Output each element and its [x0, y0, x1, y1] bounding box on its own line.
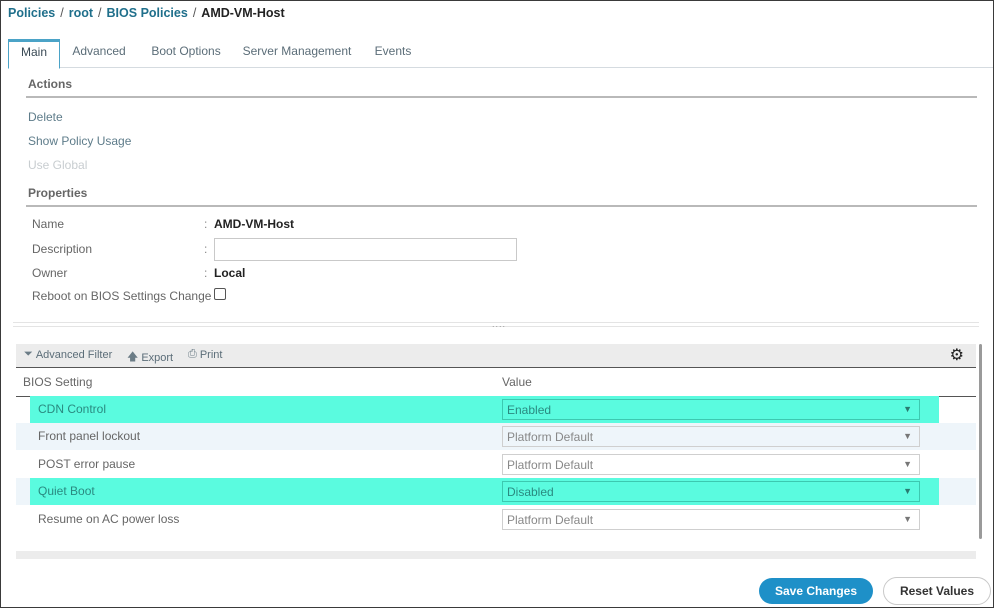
- owner-colon: :: [204, 266, 208, 280]
- breadcrumb-current: AMD-VM-Host: [201, 6, 285, 20]
- description-colon: :: [204, 242, 208, 256]
- properties-divider: [26, 205, 977, 207]
- print-label: Print: [199, 348, 223, 361]
- properties-heading: Properties: [28, 186, 88, 200]
- table-row: POST error pause Platform Default ▼: [16, 451, 976, 478]
- arrow-up-icon: 🡅: [127, 351, 139, 363]
- breadcrumb: Policies / root / BIOS Policies / AMD-VM-Host: [8, 6, 285, 20]
- reboot-label: Reboot on BIOS Settings Change :: [32, 289, 218, 303]
- dropdown-value: Enabled: [507, 403, 552, 417]
- description-input[interactable]: [214, 238, 517, 261]
- name-colon: :: [204, 217, 208, 231]
- tab-advanced[interactable]: Advanced: [66, 39, 132, 68]
- description-label: Description: [32, 242, 93, 256]
- reset-values-button[interactable]: Reset Values: [883, 577, 991, 605]
- bios-policy-window: Policies / root / BIOS Policies / AMD-VM-Host …: [0, 0, 994, 608]
- value-dropdown[interactable]: Enabled ▼: [502, 399, 920, 420]
- actions-divider: [26, 96, 977, 98]
- name-value: AMD-VM-Host: [214, 217, 294, 231]
- table-row: Quiet Boot Disabled ▼: [16, 478, 976, 505]
- setting-name: Front panel lockout: [38, 429, 141, 443]
- dropdown-value: Platform Default: [507, 430, 594, 444]
- owner-label: Owner: [32, 266, 68, 280]
- export-label: Export: [141, 351, 174, 364]
- dropdown-value: Platform Default: [507, 458, 594, 472]
- splitter-handle-icon[interactable]: ....: [492, 319, 506, 329]
- setting-name: Resume on AC power loss: [38, 512, 180, 526]
- dropdown-value: Platform Default: [507, 513, 594, 527]
- tab-main[interactable]: Main: [8, 39, 60, 69]
- print-button[interactable]: ⎙ Print: [188, 348, 222, 361]
- caret-down-icon: ▼: [903, 486, 912, 496]
- table-scrollbar[interactable]: [979, 344, 982, 539]
- reboot-label-text: Reboot on BIOS Settings Change: [32, 289, 212, 303]
- export-button[interactable]: 🡅 Export: [127, 348, 173, 367]
- value-dropdown[interactable]: Platform Default ▼: [502, 426, 920, 447]
- breadcrumb-bios-policies[interactable]: BIOS Policies: [107, 6, 188, 20]
- actions-heading: Actions: [28, 77, 73, 91]
- breadcrumb-policies[interactable]: Policies: [8, 6, 55, 20]
- value-dropdown[interactable]: Platform Default ▼: [502, 509, 920, 530]
- tab-events[interactable]: Events: [368, 39, 418, 68]
- breadcrumb-separator: /: [192, 6, 197, 20]
- show-policy-usage-link[interactable]: Show Policy Usage: [28, 134, 131, 148]
- table-toolbar: ⏷ Advanced Filter 🡅 Export ⎙ Print ⚙: [16, 344, 976, 368]
- name-label: Name: [32, 217, 65, 231]
- breadcrumb-root[interactable]: root: [69, 6, 93, 20]
- filter-icon: ⏷: [24, 348, 33, 360]
- table-row: Resume on AC power loss Platform Default…: [16, 506, 976, 533]
- table-row: CDN Control Enabled ▼: [16, 396, 976, 423]
- value-dropdown[interactable]: Disabled ▼: [502, 481, 920, 502]
- reboot-on-bios-change-checkbox[interactable]: [214, 288, 226, 300]
- column-value[interactable]: Value: [502, 375, 532, 389]
- advanced-filter-label: Advanced Filter: [35, 348, 113, 361]
- owner-value: Local: [214, 266, 246, 280]
- caret-down-icon: ▼: [903, 459, 912, 469]
- save-changes-button[interactable]: Save Changes: [759, 578, 873, 604]
- tab-server-management[interactable]: Server Management: [238, 39, 356, 68]
- delete-link[interactable]: Delete: [28, 110, 63, 124]
- setting-name: CDN Control: [38, 402, 107, 416]
- printer-icon: ⎙: [188, 348, 197, 360]
- table-row: Front panel lockout Platform Default ▼: [16, 423, 976, 450]
- tab-bar: Main Advanced Boot Options Server Manage…: [8, 39, 993, 69]
- caret-down-icon: ▼: [903, 404, 912, 414]
- tab-boot-options[interactable]: Boot Options: [145, 39, 227, 68]
- dropdown-value: Disabled: [507, 485, 554, 499]
- value-dropdown[interactable]: Platform Default ▼: [502, 454, 920, 475]
- breadcrumb-separator: /: [98, 6, 102, 20]
- column-bios-setting[interactable]: BIOS Setting: [23, 375, 92, 389]
- table-header: BIOS Setting Value: [16, 369, 976, 397]
- use-global-link: Use Global: [28, 158, 88, 172]
- setting-name: Quiet Boot: [38, 484, 95, 498]
- breadcrumb-separator: /: [60, 6, 64, 20]
- advanced-filter-button[interactable]: ⏷ Advanced Filter: [24, 348, 112, 361]
- gear-icon[interactable]: ⚙: [950, 345, 964, 365]
- caret-down-icon: ▼: [903, 514, 912, 524]
- table-footer: [16, 551, 976, 559]
- setting-name: POST error pause: [38, 457, 136, 471]
- caret-down-icon: ▼: [903, 431, 912, 441]
